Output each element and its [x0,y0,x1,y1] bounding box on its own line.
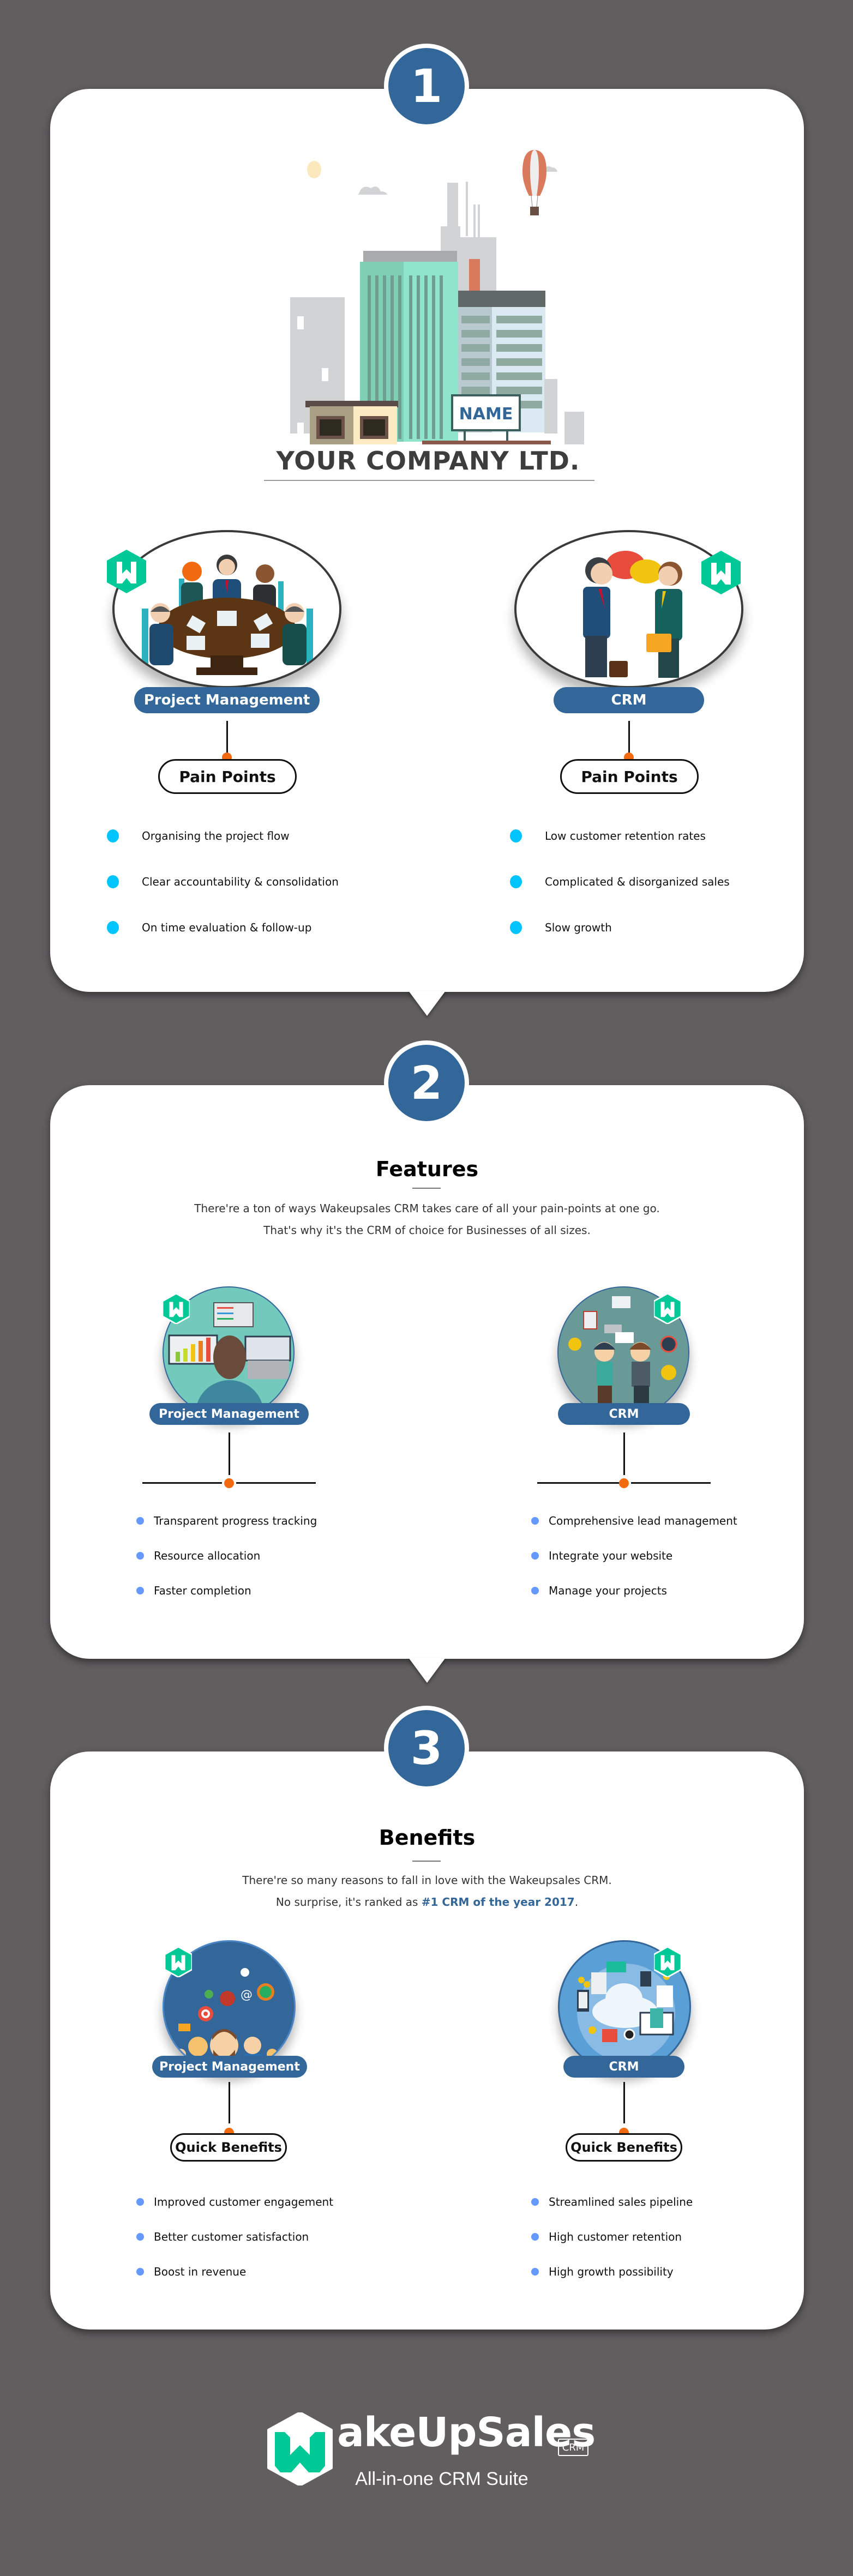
quick-benefits-heading: Quick Benefits [566,2133,682,2162]
bullet-icon [107,829,119,842]
list-item: Resource allocation [136,1538,317,1573]
benefits-description: There're so many reasons to fall in love… [242,1874,612,1909]
features-list-project-management: Transparent progress tracking Resource a… [136,1503,317,1608]
card-pointer [409,1658,446,1683]
list-item: Slow growth [510,905,730,950]
category-pill: CRM [558,1403,690,1425]
wakeupsales-logo-icon [654,1293,681,1324]
connector-line [537,1482,619,1484]
pain-points-list-crm: Low customer retention rates Complicated… [510,813,730,950]
wakeupsales-logo-icon [701,551,741,594]
award-highlight: #1 CRM of the year 2017 [421,1895,575,1909]
list-item: Low customer retention rates [510,813,730,859]
connector-dot [224,1478,234,1488]
list-item: Comprehensive lead management [531,1503,737,1538]
wakeupsales-logo-icon [107,550,146,593]
bullet-icon [510,921,522,934]
connector-dot [619,1478,629,1488]
category-pill: Project Management [134,687,320,713]
connector-line [623,1433,625,1475]
benefits-list-crm: Streamlined sales pipeline High customer… [531,2184,693,2289]
features-list-crm: Comprehensive lead management Integrate … [531,1503,737,1608]
connector-line [623,2082,625,2123]
list-item: Boost in revenue [136,2254,333,2289]
svg-text:@: @ [241,1988,253,2002]
list-item: Complicated & disorganized sales [510,859,730,905]
pain-points-list-project-management: Organising the project flow Clear accoun… [107,813,339,950]
bullet-icon [136,1587,144,1594]
connector-line [631,1482,711,1484]
wakeupsales-logo-icon [654,1947,681,1977]
benefits-list-project-management: Improved customer engagement Better cust… [136,2184,333,2289]
pain-points-heading: Pain Points [158,759,297,794]
list-item: Manage your projects [531,1573,737,1608]
list-item: Organising the project flow [107,813,339,859]
step-badge-2: 2 [384,1040,469,1126]
bullet-icon [136,2198,144,2206]
pain-points-heading: Pain Points [560,759,699,794]
list-item: Streamlined sales pipeline [531,2184,693,2219]
meeting-table-illustration [112,530,341,688]
wakeupsales-w-logo-icon [267,2412,333,2485]
bullet-icon [136,2233,144,2241]
bullet-icon [531,1552,539,1560]
title-divider [412,1188,441,1189]
list-item: Better customer satisfaction [136,2219,333,2254]
list-item: Transparent progress tracking [136,1503,317,1538]
bullet-icon [510,875,522,888]
city-buildings-illustration: NAME [290,150,584,444]
bullet-icon [107,921,119,934]
bullet-icon [531,1587,539,1594]
features-description: There're a ton of ways Wakeupsales CRM t… [194,1202,660,1237]
list-item: Clear accountability & consolidation [107,859,339,905]
connector-line [229,2082,230,2123]
step-badge-3: 3 [384,1706,469,1791]
list-item: On time evaluation & follow-up [107,905,339,950]
bullet-icon [531,2233,539,2241]
company-name: YOUR COMPANY LTD. [276,446,580,476]
title-divider [412,1861,441,1862]
list-item: High customer retention [531,2219,693,2254]
list-item: Improved customer engagement [136,2184,333,2219]
bullet-icon [136,1552,144,1560]
brand-tagline: All-in-one CRM Suite [355,2469,528,2489]
benefits-title: Benefits [379,1826,476,1850]
crm-tag: CRM [558,2439,588,2456]
bullet-icon [531,2268,539,2276]
sign-text: NAME [459,405,513,424]
step-badge-1: 1 [384,44,469,129]
category-pill: CRM [563,2056,684,2078]
category-pill: CRM [554,687,704,713]
connector-line [628,721,630,755]
bullet-icon [107,875,119,888]
connector-line [229,1433,230,1475]
connector-line [142,1482,222,1484]
bullet-icon [531,2198,539,2206]
card-pointer [409,991,446,1016]
quick-benefits-heading: Quick Benefits [170,2133,287,2162]
connector-line [236,1482,316,1484]
bullet-icon [136,1517,144,1525]
company-divider [264,480,594,481]
connector-line [226,721,228,755]
category-pill: Project Management [149,1403,309,1425]
infographic-page: 1 NAME YOUR COMPANY LTD. Project Managem… [0,0,853,2576]
wakeupsales-logo-icon [163,1293,190,1324]
features-title: Features [375,1157,479,1181]
bullet-icon [510,829,522,842]
list-item: Faster completion [136,1573,317,1608]
bullet-icon [136,2268,144,2276]
wakeupsales-logo-icon [165,1947,192,1977]
list-item: Integrate your website [531,1538,737,1573]
bullet-icon [531,1517,539,1525]
brand-name: akeUpSales [337,2409,596,2456]
list-item: High growth possibility [531,2254,693,2289]
category-pill: Project Management [152,2056,307,2078]
